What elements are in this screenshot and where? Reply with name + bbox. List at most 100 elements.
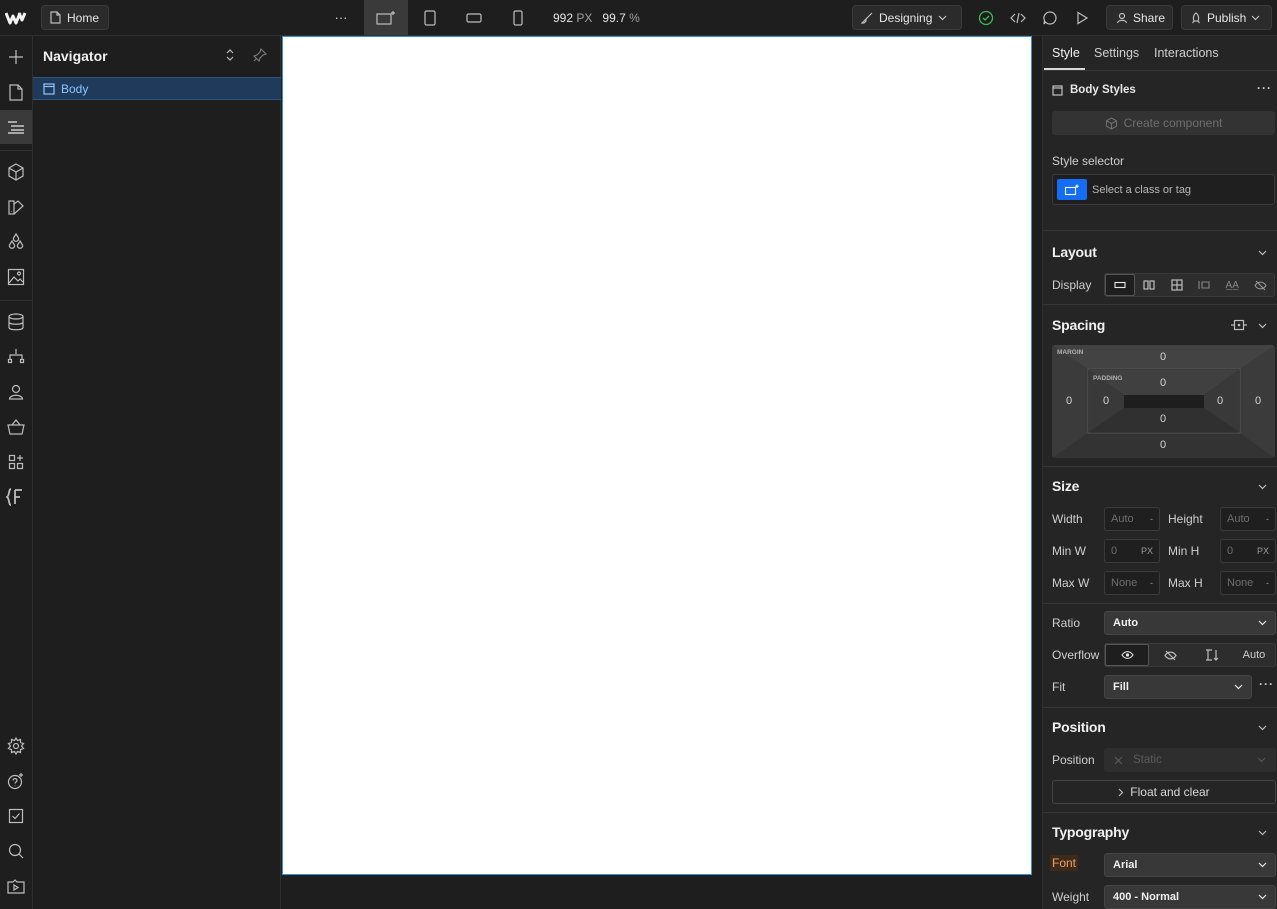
size-section-title[interactable]: Size: [1052, 478, 1079, 494]
spacing-section-title[interactable]: Spacing: [1052, 317, 1105, 333]
navigator-button[interactable]: [0, 110, 32, 144]
margin-right-value[interactable]: 0: [1255, 395, 1261, 407]
webflow-logo-icon[interactable]: [5, 9, 27, 27]
breakpoint-mobile-portrait-button[interactable]: [508, 0, 528, 35]
margin-bottom-value[interactable]: 0: [1160, 439, 1166, 451]
margin-top-value[interactable]: 0: [1160, 351, 1166, 363]
display-none-button[interactable]: [1246, 274, 1274, 296]
max-width-input[interactable]: None -: [1104, 571, 1160, 595]
chevron-down-icon[interactable]: [1258, 830, 1267, 836]
ecommerce-button[interactable]: [0, 410, 32, 444]
pin-icon[interactable]: [253, 48, 267, 62]
canvas-width-value: 992: [553, 11, 574, 25]
chevron-down-icon[interactable]: [1258, 323, 1267, 329]
styles-button[interactable]: [0, 225, 32, 259]
fit-select[interactable]: Fill: [1104, 675, 1252, 699]
create-component-button[interactable]: Create component: [1052, 111, 1275, 135]
tab-settings[interactable]: Settings: [1094, 46, 1139, 60]
element-more-icon[interactable]: ···: [1257, 81, 1272, 95]
weight-value: 400 - Normal: [1113, 891, 1180, 903]
margin-left-value[interactable]: 0: [1066, 395, 1072, 407]
display-inline-button[interactable]: A̲A̲: [1218, 274, 1246, 296]
max-height-unit[interactable]: -: [1266, 578, 1269, 588]
code-icon[interactable]: [1008, 0, 1028, 35]
width-unit[interactable]: -: [1150, 514, 1153, 524]
position-select[interactable]: Static: [1104, 748, 1276, 772]
add-elements-button[interactable]: [0, 40, 32, 74]
overflow-visible-button[interactable]: [1105, 644, 1149, 666]
typography-section-title[interactable]: Typography: [1052, 824, 1129, 840]
width-input[interactable]: Auto -: [1104, 507, 1160, 531]
display-flex-button[interactable]: [1135, 274, 1163, 296]
padding-right-value[interactable]: 0: [1217, 395, 1223, 407]
margin-label: MARGIN: [1057, 349, 1084, 356]
chevron-down-icon: [1258, 862, 1267, 868]
padding-bottom-value[interactable]: 0: [1160, 413, 1166, 425]
video-icon: [7, 878, 25, 894]
max-height-input[interactable]: None -: [1220, 571, 1276, 595]
settings-button[interactable]: [0, 729, 32, 763]
status-check-icon[interactable]: [977, 0, 995, 35]
layout-section-title[interactable]: Layout: [1052, 244, 1097, 260]
comment-icon[interactable]: [1040, 0, 1060, 35]
finsweet-button[interactable]: [0, 480, 32, 514]
fit-more-icon[interactable]: ···: [1259, 677, 1274, 691]
weight-select[interactable]: 400 - Normal: [1104, 885, 1276, 909]
cms-button[interactable]: [0, 305, 32, 339]
padding-left-value[interactable]: 0: [1103, 395, 1109, 407]
preview-play-icon[interactable]: [1072, 0, 1092, 35]
padding-top-value[interactable]: 0: [1160, 377, 1166, 389]
tab-style[interactable]: Style: [1052, 46, 1080, 60]
height-input[interactable]: Auto -: [1220, 507, 1276, 531]
share-button[interactable]: Share: [1106, 5, 1173, 30]
min-width-unit[interactable]: PX: [1141, 546, 1153, 556]
page-home-button[interactable]: Home: [41, 5, 109, 30]
min-width-input[interactable]: 0 PX: [1104, 539, 1160, 563]
display-inline-block-button[interactable]: [1190, 274, 1218, 296]
position-section-title[interactable]: Position: [1052, 719, 1106, 735]
design-canvas[interactable]: [282, 36, 1032, 875]
ratio-select[interactable]: Auto: [1104, 611, 1276, 635]
components-button[interactable]: [0, 155, 32, 189]
expand-collapse-icon[interactable]: [225, 48, 235, 62]
pages-button[interactable]: [0, 75, 32, 109]
droplets-icon: [7, 233, 25, 251]
share-label: Share: [1133, 10, 1166, 25]
tab-interactions[interactable]: Interactions: [1154, 46, 1219, 60]
users-button[interactable]: [0, 375, 32, 409]
chevron-down-icon[interactable]: [1258, 725, 1267, 731]
navigator-item-body[interactable]: Body: [33, 77, 281, 100]
breakpoint-tablet-button[interactable]: [420, 0, 440, 35]
apps-button[interactable]: [0, 445, 32, 479]
min-height-unit[interactable]: PX: [1257, 546, 1269, 556]
help-button[interactable]: [0, 764, 32, 798]
overflow-hidden-button[interactable]: [1149, 644, 1191, 666]
cube-icon: [7, 163, 25, 181]
height-unit[interactable]: -: [1266, 514, 1269, 524]
overflow-auto-button[interactable]: Auto: [1233, 644, 1275, 666]
chevron-down-icon[interactable]: [1258, 484, 1267, 490]
breakpoint-mobile-landscape-button[interactable]: [463, 0, 485, 35]
breakpoint-desktop-base-button[interactable]: [364, 0, 408, 35]
more-options-button[interactable]: ···: [331, 0, 351, 35]
display-block-button[interactable]: [1105, 274, 1135, 296]
audit-button[interactable]: [0, 799, 32, 833]
search-button[interactable]: [0, 834, 32, 868]
mode-dropdown[interactable]: Designing: [852, 5, 962, 30]
display-grid-button[interactable]: [1163, 274, 1191, 296]
assets-button[interactable]: [0, 260, 32, 294]
variables-button[interactable]: [0, 190, 32, 224]
video-tutorials-button[interactable]: [0, 869, 32, 903]
spacing-mode-icon[interactable]: [1231, 319, 1247, 331]
min-height-input[interactable]: 0 PX: [1220, 539, 1276, 563]
chevron-down-icon[interactable]: [1258, 250, 1267, 256]
chevron-down-icon: [1258, 620, 1267, 626]
mode-label: Designing: [879, 10, 933, 25]
max-width-unit[interactable]: -: [1150, 578, 1153, 588]
publish-button[interactable]: Publish: [1181, 5, 1272, 30]
overflow-scroll-button[interactable]: [1191, 644, 1233, 666]
style-selector-input[interactable]: Select a class or tag: [1052, 174, 1275, 205]
font-select[interactable]: Arial: [1104, 853, 1276, 877]
float-and-clear-button[interactable]: Float and clear: [1052, 780, 1276, 804]
logic-button[interactable]: [0, 340, 32, 374]
